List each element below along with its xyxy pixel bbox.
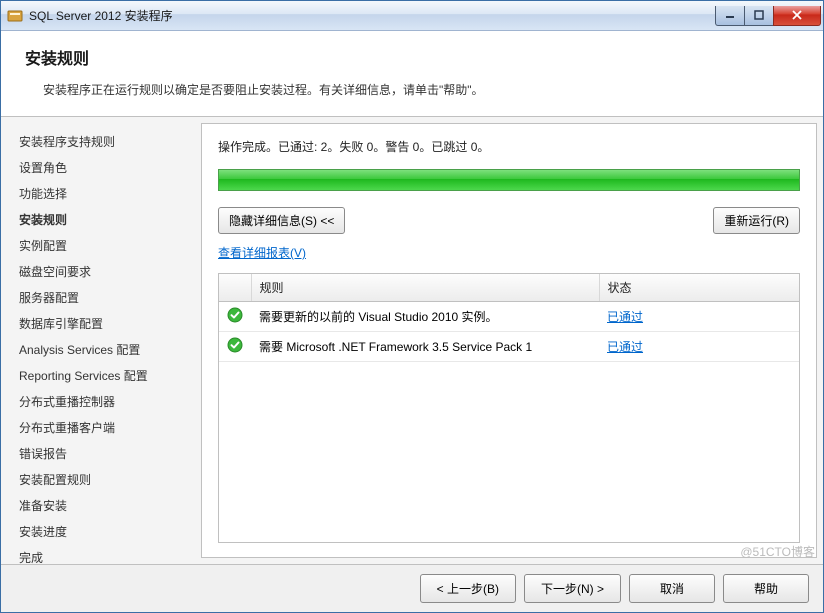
sidebar-item-6[interactable]: 服务器配置 — [19, 285, 201, 311]
sidebar-item-11[interactable]: 分布式重播客户端 — [19, 415, 201, 441]
rule-cell: 需要 Microsoft .NET Framework 3.5 Service … — [251, 332, 599, 362]
window-controls — [716, 6, 821, 26]
sidebar-item-0[interactable]: 安装程序支持规则 — [19, 129, 201, 155]
window-title: SQL Server 2012 安装程序 — [29, 7, 716, 24]
rule-cell: 需要更新的以前的 Visual Studio 2010 实例。 — [251, 302, 599, 332]
sidebar-item-4[interactable]: 实例配置 — [19, 233, 201, 259]
maximize-button[interactable] — [744, 6, 774, 26]
col-icon — [219, 274, 251, 302]
status-link[interactable]: 已通过 — [607, 340, 643, 354]
sidebar-item-15[interactable]: 安装进度 — [19, 519, 201, 545]
footer: < 上一步(B) 下一步(N) > 取消 帮助 — [1, 564, 823, 612]
content-area: 安装程序支持规则设置角色功能选择安装规则实例配置磁盘空间要求服务器配置数据库引擎… — [1, 117, 823, 564]
status-line: 操作完成。已通过: 2。失败 0。警告 0。已跳过 0。 — [218, 138, 800, 155]
sidebar-item-14[interactable]: 准备安装 — [19, 493, 201, 519]
status-link[interactable]: 已通过 — [607, 310, 643, 324]
back-button[interactable]: < 上一步(B) — [420, 574, 516, 603]
sidebar-item-16[interactable]: 完成 — [19, 545, 201, 564]
rules-table-wrap: 规则 状态 需要更新的以前的 Visual Studio 2010 实例。已通过… — [218, 273, 800, 543]
page-subtitle: 安装程序正在运行规则以确定是否要阻止安装过程。有关详细信息，请单击"帮助"。 — [25, 81, 799, 98]
app-icon — [7, 8, 23, 24]
sidebar: 安装程序支持规则设置角色功能选择安装规则实例配置磁盘空间要求服务器配置数据库引擎… — [1, 117, 201, 564]
close-button[interactable] — [773, 6, 821, 26]
rerun-button[interactable]: 重新运行(R) — [713, 207, 800, 234]
sidebar-item-1[interactable]: 设置角色 — [19, 155, 201, 181]
help-button[interactable]: 帮助 — [723, 574, 809, 603]
table-row: 需要 Microsoft .NET Framework 3.5 Service … — [219, 332, 799, 362]
col-status: 状态 — [599, 274, 799, 302]
installer-window: SQL Server 2012 安装程序 安装规则 安装程序正在运行规则以确定是… — [0, 0, 824, 613]
sidebar-item-7[interactable]: 数据库引擎配置 — [19, 311, 201, 337]
check-icon — [227, 307, 243, 323]
progress-bar — [218, 169, 800, 191]
sidebar-item-5[interactable]: 磁盘空间要求 — [19, 259, 201, 285]
sidebar-item-3[interactable]: 安装规则 — [19, 207, 201, 233]
sidebar-item-12[interactable]: 错误报告 — [19, 441, 201, 467]
titlebar: SQL Server 2012 安装程序 — [1, 1, 823, 31]
minimize-button[interactable] — [715, 6, 745, 26]
rules-table: 规则 状态 需要更新的以前的 Visual Studio 2010 实例。已通过… — [219, 274, 799, 362]
actions-row: 隐藏详细信息(S) << 重新运行(R) — [218, 207, 800, 234]
check-icon — [227, 337, 243, 353]
hide-details-button[interactable]: 隐藏详细信息(S) << — [218, 207, 345, 234]
sidebar-item-9[interactable]: Reporting Services 配置 — [19, 363, 201, 389]
sidebar-item-10[interactable]: 分布式重播控制器 — [19, 389, 201, 415]
main-panel: 操作完成。已通过: 2。失败 0。警告 0。已跳过 0。 隐藏详细信息(S) <… — [201, 123, 817, 558]
view-report-link[interactable]: 查看详细报表(V) — [218, 244, 800, 261]
col-rule: 规则 — [251, 274, 599, 302]
sidebar-item-13[interactable]: 安装配置规则 — [19, 467, 201, 493]
page-title: 安装规则 — [25, 45, 799, 69]
next-button[interactable]: 下一步(N) > — [524, 574, 621, 603]
sidebar-item-2[interactable]: 功能选择 — [19, 181, 201, 207]
cancel-button[interactable]: 取消 — [629, 574, 715, 603]
sidebar-item-8[interactable]: Analysis Services 配置 — [19, 337, 201, 363]
page-header: 安装规则 安装程序正在运行规则以确定是否要阻止安装过程。有关详细信息，请单击"帮… — [1, 31, 823, 117]
table-row: 需要更新的以前的 Visual Studio 2010 实例。已通过 — [219, 302, 799, 332]
